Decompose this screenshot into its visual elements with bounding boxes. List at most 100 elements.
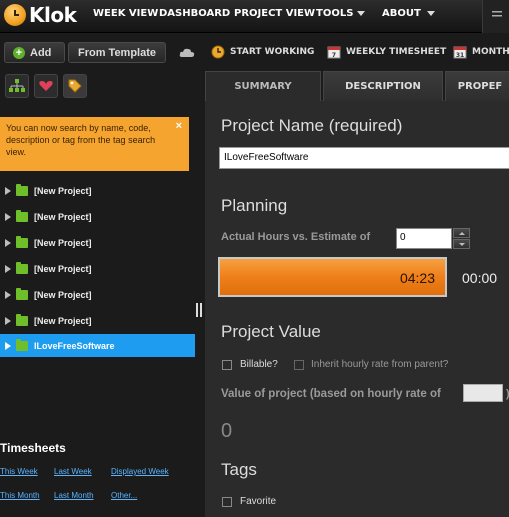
project-item-label: ILoveFreeSoftware xyxy=(34,340,115,351)
plus-icon: + xyxy=(13,46,25,59)
tag-search-view-button[interactable] xyxy=(63,74,87,98)
hourly-rate-input[interactable] xyxy=(463,384,503,402)
stepper-up-icon[interactable] xyxy=(453,228,470,238)
tools-chevron-down-icon[interactable] xyxy=(357,11,365,16)
svg-text:31: 31 xyxy=(456,52,464,59)
project-detail-panel: SUMMARY DESCRIPTION PROPEF Project Name … xyxy=(205,70,509,517)
cloud-sync-icon[interactable] xyxy=(179,48,195,58)
monthly-timesheet-button[interactable]: 31 MONTHE xyxy=(453,45,509,59)
about-chevron-down-icon[interactable] xyxy=(427,11,435,16)
folder-icon xyxy=(16,338,28,351)
calendar-month-icon: 31 xyxy=(453,46,467,59)
expand-arrow-icon[interactable] xyxy=(5,238,11,247)
hours-progress-bar: 04:23 xyxy=(218,257,447,297)
estimate-stepper-input[interactable]: 0 xyxy=(396,228,452,249)
hierarchy-icon xyxy=(9,79,25,92)
app-logo: Klok xyxy=(4,3,77,27)
timesheets-heading: Timesheets xyxy=(0,441,66,455)
hours-vs-estimate-label: Actual Hours vs. Estimate of xyxy=(221,231,371,243)
svg-text:7: 7 xyxy=(332,52,336,59)
tab-summary[interactable]: SUMMARY xyxy=(205,71,321,101)
folder-icon xyxy=(16,235,28,248)
tip-text: You can now search by name, code, descri… xyxy=(6,123,156,157)
folder-icon xyxy=(16,261,28,274)
billable-checkbox[interactable] xyxy=(222,360,232,370)
tab-properties[interactable]: PROPEF xyxy=(445,71,509,101)
detail-tabs: SUMMARY DESCRIPTION PROPEF xyxy=(205,70,509,101)
add-button-label: Add xyxy=(30,46,52,59)
inherit-rate-label: Inherit hourly rate from parent? xyxy=(311,359,449,370)
project-item-label: [New Project] xyxy=(34,315,92,326)
favorite-label: Favorite xyxy=(240,496,277,507)
folder-icon xyxy=(16,183,28,196)
timesheet-link-last-month[interactable]: Last Month xyxy=(54,491,94,500)
project-name-heading: Project Name (required) xyxy=(221,116,403,135)
planning-heading: Planning xyxy=(221,196,288,215)
start-working-label: START WORKING xyxy=(230,47,315,57)
window-control[interactable] xyxy=(482,0,509,33)
project-item[interactable]: [New Project] xyxy=(0,283,195,306)
timesheet-link-last-week[interactable]: Last Week xyxy=(54,467,92,476)
folder-icon xyxy=(16,313,28,326)
inherit-rate-checkbox[interactable] xyxy=(294,360,304,370)
project-item[interactable]: [New Project] xyxy=(0,179,195,202)
tab-description[interactable]: DESCRIPTION xyxy=(323,71,443,101)
estimate-hours-value: 00:00 xyxy=(462,270,498,286)
timesheet-link-this-week[interactable]: This Week xyxy=(0,467,38,476)
billable-label: Billable? xyxy=(240,359,278,370)
top-nav-bar: Klok WEEK VIEW DASHBOARD PROJECT VIEW TO… xyxy=(0,0,509,33)
weekly-timesheet-button[interactable]: 7 WEEKLY TIMESHEET xyxy=(327,45,446,59)
search-tip-banner: You can now search by name, code, descri… xyxy=(0,117,189,171)
favorite-checkbox[interactable] xyxy=(222,497,232,507)
expand-arrow-icon[interactable] xyxy=(5,341,11,350)
project-item-label: [New Project] xyxy=(34,289,92,300)
folder-icon xyxy=(16,209,28,222)
project-item-label: [New Project] xyxy=(34,237,92,248)
expand-arrow-icon[interactable] xyxy=(5,212,11,221)
monthly-timesheet-label: MONTHE xyxy=(472,47,509,57)
nav-about[interactable]: ABOUT xyxy=(382,8,421,19)
project-name-input[interactable]: ILoveFreeSoftware xyxy=(219,147,509,169)
nav-week-view[interactable]: WEEK VIEW xyxy=(93,8,158,19)
nav-dashboard[interactable]: DASHBOARD xyxy=(159,8,230,19)
splitter-grip-icon[interactable] xyxy=(196,303,202,317)
expand-arrow-icon[interactable] xyxy=(5,316,11,325)
panel-splitter[interactable] xyxy=(195,70,205,517)
estimate-stepper[interactable] xyxy=(453,228,470,249)
project-value-heading: Project Value xyxy=(221,322,321,341)
klok-logo-icon xyxy=(4,4,26,26)
clock-icon xyxy=(211,45,225,59)
window-menu-icon[interactable] xyxy=(491,8,503,22)
favorites-view-button[interactable] xyxy=(34,74,58,98)
expand-arrow-icon[interactable] xyxy=(5,186,11,195)
folder-icon xyxy=(16,287,28,300)
add-button[interactable]: + Add xyxy=(4,42,65,63)
heart-icon xyxy=(39,81,53,91)
project-value-amount: 0 xyxy=(221,420,233,442)
project-item[interactable]: [New Project] xyxy=(0,205,195,228)
project-item-label: [New Project] xyxy=(34,211,92,222)
project-item[interactable]: [New Project] xyxy=(0,309,195,332)
project-item-selected[interactable]: ILoveFreeSoftware xyxy=(0,334,195,357)
tree-view-button[interactable] xyxy=(5,74,29,98)
start-working-button[interactable]: START WORKING xyxy=(211,45,314,59)
from-template-button[interactable]: From Template xyxy=(68,42,166,63)
actual-hours-value: 04:23 xyxy=(399,270,435,286)
project-item[interactable]: [New Project] xyxy=(0,231,195,254)
timesheet-link-displayed-week[interactable]: Displayed Week xyxy=(111,467,169,476)
calendar-icon: 7 xyxy=(327,46,341,59)
close-icon[interactable]: × xyxy=(176,120,182,132)
action-toolbar: + Add From Template START WORKING 7 WEEK… xyxy=(0,40,509,68)
project-sidebar: You can now search by name, code, descri… xyxy=(0,70,195,517)
nav-project-view[interactable]: PROJECT VIEW xyxy=(234,8,315,19)
tags-heading: Tags xyxy=(221,460,257,479)
stepper-down-icon[interactable] xyxy=(453,239,470,249)
expand-arrow-icon[interactable] xyxy=(5,264,11,273)
nav-tools[interactable]: TOOLS xyxy=(316,8,353,19)
expand-arrow-icon[interactable] xyxy=(5,290,11,299)
sidebar-view-switcher xyxy=(0,70,195,100)
timesheet-link-this-month[interactable]: This Month xyxy=(0,491,40,500)
project-item-label: [New Project] xyxy=(34,185,92,196)
project-item[interactable]: [New Project] xyxy=(0,257,195,280)
timesheet-link-other[interactable]: Other... xyxy=(111,491,137,500)
